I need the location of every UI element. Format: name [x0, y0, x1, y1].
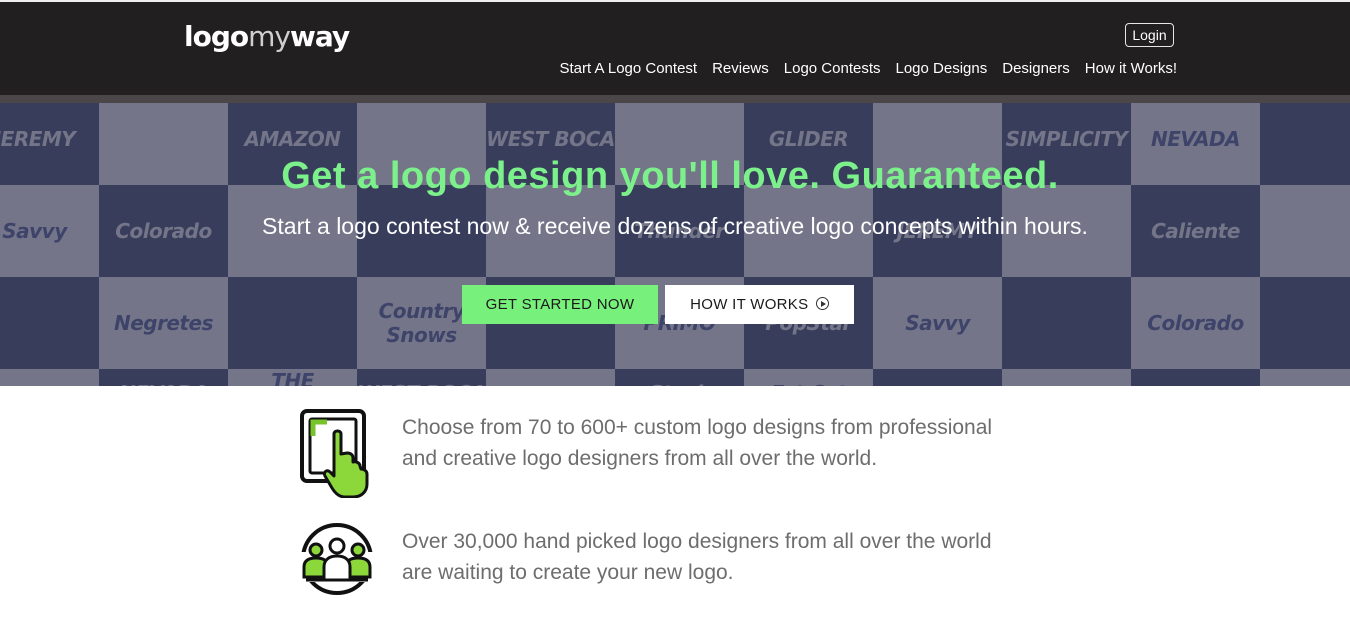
touch-screen-icon — [300, 409, 369, 498]
feature-text: Over 30,000 hand picked logo designers f… — [402, 526, 1062, 588]
login-button[interactable]: Login — [1125, 23, 1174, 47]
feature-choose-designs: Choose from 70 to 600+ custom logo desig… — [300, 408, 1060, 498]
nav-start-contest[interactable]: Start A Logo Contest — [559, 60, 697, 77]
hero-title: Get a logo design you'll love. Guarantee… — [281, 155, 1059, 197]
get-started-button[interactable]: GET STARTED NOW — [462, 285, 658, 324]
feature-text-line-2: and creative logo designers from all ove… — [402, 447, 878, 470]
designers-group-icon — [300, 523, 374, 595]
hero-overlay — [0, 103, 1350, 386]
logo[interactable]: logomyway — [184, 20, 350, 53]
header-divider — [0, 95, 1350, 103]
nav-designers[interactable]: Designers — [1002, 60, 1070, 77]
hero-banner: JEREMYAMAZONWEST BOCAGLIDERSIMPLICITYNEV… — [0, 103, 1350, 386]
nav-how-it-works[interactable]: How it Works! — [1085, 60, 1177, 77]
play-circle-icon — [815, 297, 829, 310]
nav-logo-designs[interactable]: Logo Designs — [896, 60, 988, 77]
logo-part-way: way — [289, 20, 350, 53]
how-it-works-label: HOW IT WORKS — [690, 296, 809, 313]
logo-part-my: my — [248, 20, 291, 53]
feature-text-line-1: Over 30,000 hand picked logo designers f… — [402, 530, 992, 553]
feature-text-line-1: Choose from 70 to 600+ custom logo desig… — [402, 416, 993, 439]
feature-designers: Over 30,000 hand picked logo designers f… — [300, 522, 1060, 612]
how-it-works-button[interactable]: HOW IT WORKS — [665, 285, 854, 324]
feature-text: Choose from 70 to 600+ custom logo desig… — [402, 412, 1062, 474]
nav-reviews[interactable]: Reviews — [712, 60, 769, 77]
hero-subtitle: Start a logo contest now & receive dozen… — [262, 213, 1088, 239]
logo-part-logo: logo — [184, 20, 249, 53]
site-header: logomyway Login Start A Logo Contest Rev… — [0, 0, 1350, 95]
nav-logo-contests[interactable]: Logo Contests — [784, 60, 881, 77]
feature-text-line-2: are waiting to create your new logo. — [402, 561, 734, 584]
main-nav: Start A Logo Contest Reviews Logo Contes… — [559, 60, 1177, 77]
